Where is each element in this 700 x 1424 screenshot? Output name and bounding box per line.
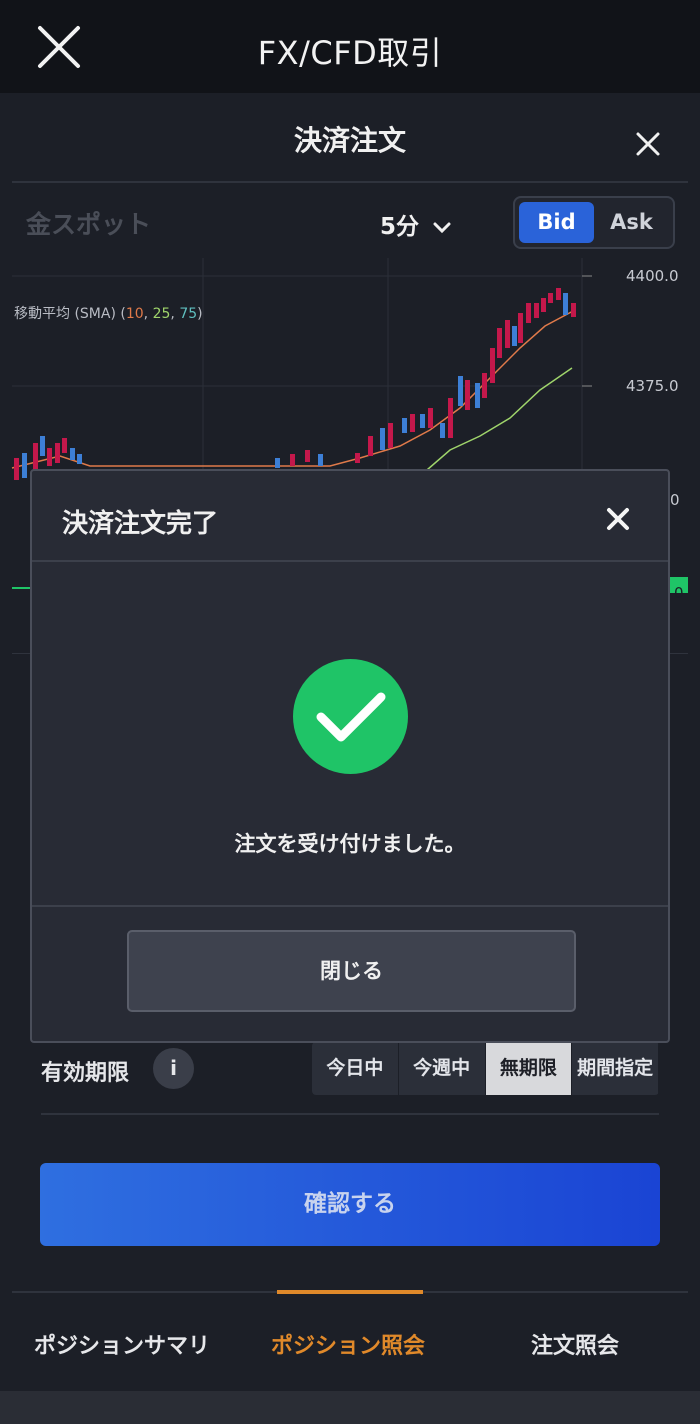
order-complete-dialog: 決済注文完了 注文を受け付けました。 閉じる (30, 469, 670, 1043)
bid-button[interactable]: Bid (519, 202, 594, 243)
y-axis-label: 4375.0 (626, 377, 679, 395)
dialog-message: 注文を受け付けました。 (234, 832, 466, 856)
y-axis-label: 0 (670, 491, 680, 509)
bottom-safe-area (0, 1391, 700, 1424)
y-axis-label: 4400.0 (626, 267, 679, 285)
active-tab-indicator (277, 1290, 423, 1294)
divider (12, 181, 688, 183)
info-icon[interactable]: i (153, 1048, 194, 1089)
confirm-button[interactable]: 確認する (40, 1163, 660, 1246)
tab-order-inquiry[interactable]: 注文照会 (531, 1328, 619, 1360)
divider (41, 1113, 659, 1115)
instrument-name: 金スポット (26, 210, 152, 239)
expiry-option-unlimited[interactable]: 無期限 (485, 1042, 573, 1095)
success-check-icon (293, 659, 408, 774)
expiry-selector: 今日中 今週中 無期限 期間指定 (312, 1042, 659, 1095)
close-dialog-icon[interactable] (606, 507, 630, 531)
tab-position-summary[interactable]: ポジションサマリ (34, 1328, 210, 1360)
tab-position-inquiry[interactable]: ポジション照会 (271, 1328, 425, 1360)
app-title: FX/CFD取引 (257, 34, 443, 72)
expiry-option-today[interactable]: 今日中 (312, 1042, 399, 1095)
divider (32, 560, 668, 562)
y-axis-label: 0 (674, 584, 684, 602)
bid-ask-toggle: Bid Ask (513, 196, 675, 249)
sheet-title: 決済注文 (293, 124, 406, 157)
chevron-down-icon (433, 222, 451, 233)
timeframe-label: 5分 (380, 214, 420, 240)
timeframe-selector[interactable]: 5分 (380, 207, 451, 241)
sma-legend: 移動平均 (SMA) (10, 25, 75) (14, 306, 203, 322)
ask-button[interactable]: Ask (594, 202, 669, 243)
dialog-title: 決済注文完了 (62, 509, 219, 539)
close-sheet-icon[interactable] (633, 129, 663, 159)
expiry-label: 有効期限 (41, 1061, 130, 1086)
expiry-option-this-week[interactable]: 今週中 (398, 1042, 486, 1095)
divider (32, 905, 668, 907)
close-dialog-button[interactable]: 閉じる (127, 930, 576, 1012)
top-app-bar: FX/CFD取引 (0, 0, 700, 93)
expiry-option-custom[interactable]: 期間指定 (572, 1042, 659, 1095)
